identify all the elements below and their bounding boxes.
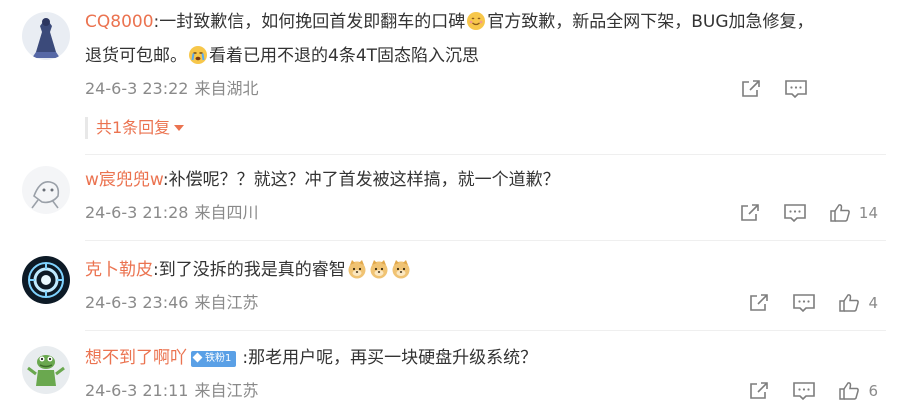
avatar[interactable]	[22, 346, 70, 394]
divider	[85, 240, 886, 241]
caret-down-icon	[174, 125, 185, 131]
like-icon	[838, 293, 860, 313]
fan-badge-label: 铁粉1	[205, 353, 232, 364]
doge-emoji-icon	[347, 259, 367, 279]
share-button[interactable]	[739, 203, 761, 223]
comment-body: 补偿呢？？就这？冲了首发被这样搞，就一个道歉？	[168, 170, 560, 190]
comment-icon	[783, 203, 807, 223]
comment-text: w宸兜兜w:补偿呢？？就这？冲了首发被这样搞，就一个道歉？	[85, 166, 886, 194]
like-button[interactable]: 4	[838, 293, 878, 313]
comment-actions: 14	[717, 202, 878, 224]
fan-badge[interactable]: 铁粉1	[191, 351, 237, 367]
smile-emoji-icon	[466, 11, 486, 31]
comment-body: 官方致歉，新品全网下架，BUG加急修复，	[487, 12, 814, 32]
comment-text: 克卜勒皮:到了没拆的我是真的睿智	[85, 256, 886, 284]
comment-button[interactable]	[792, 381, 816, 401]
reply-indicator	[85, 117, 88, 139]
location: 来自江苏	[194, 293, 259, 312]
comment-actions: 4	[726, 292, 878, 314]
comment-button[interactable]	[783, 203, 807, 223]
like-count: 6	[868, 382, 878, 400]
timestamp: 24-6-3 21:28	[85, 203, 189, 222]
username[interactable]: 想不到了啊吖	[85, 348, 187, 368]
share-button[interactable]	[740, 79, 762, 99]
share-icon	[739, 203, 761, 223]
username[interactable]: CQ8000	[85, 12, 154, 32]
like-count: 14	[858, 204, 878, 222]
comment-meta: 24-6-3 21:28 来自四川	[85, 202, 258, 224]
like-button[interactable]: 14	[829, 203, 878, 223]
timestamp: 24-6-3 23:46	[85, 293, 189, 312]
location: 来自湖北	[194, 79, 259, 98]
username[interactable]: 克卜勒皮	[85, 260, 153, 280]
share-button[interactable]	[748, 293, 770, 313]
location: 来自四川	[194, 203, 259, 222]
comment-text: CQ8000:一封致歉信，如何挽回首发即翻车的口碑 官方致歉，新品全网下架，BUG…	[85, 8, 886, 36]
avatar[interactable]	[22, 12, 70, 60]
comment-body: 退货可包邮。	[85, 46, 187, 66]
comment-button[interactable]	[784, 79, 808, 99]
comment-body: 看着已用不退的4条4T固态陷入沉思	[209, 46, 480, 66]
location: 来自江苏	[194, 381, 259, 400]
comment-meta: 24-6-3 21:11 来自江苏	[85, 380, 258, 402]
comment-button[interactable]	[792, 293, 816, 313]
divider	[85, 154, 886, 155]
avatar[interactable]	[22, 166, 70, 214]
doge-emoji-icon	[391, 259, 411, 279]
comment-text: 想不到了啊吖 铁粉1:那老用户呢，再买一块硬盘升级系统？	[85, 344, 886, 372]
share-icon	[748, 381, 770, 401]
share-icon	[748, 293, 770, 313]
doge-emoji-icon	[369, 259, 389, 279]
cry-emoji-icon	[188, 45, 208, 65]
divider	[85, 330, 886, 331]
share-button[interactable]	[748, 381, 770, 401]
comment-actions: 6	[726, 380, 878, 402]
diamond-icon	[192, 352, 203, 363]
comment-icon	[792, 293, 816, 313]
comment-body: 到了没拆的我是真的睿智	[158, 260, 346, 280]
like-button[interactable]: 6	[838, 381, 878, 401]
comment-meta: 24-6-3 23:46 来自江苏	[85, 292, 258, 314]
comment-text: 退货可包邮。 看着已用不退的4条4T固态陷入沉思	[85, 42, 886, 70]
comment-meta: 24-6-3 23:22 来自湖北	[85, 78, 258, 100]
share-icon	[740, 79, 762, 99]
username[interactable]: w宸兜兜w	[85, 170, 163, 190]
comment-actions	[718, 78, 808, 100]
avatar[interactable]	[22, 256, 70, 304]
replies-count-label: 共1条回复	[96, 118, 171, 137]
like-icon	[838, 381, 860, 401]
comment-icon	[784, 79, 808, 99]
comment-icon	[792, 381, 816, 401]
comment-body: 一封致歉信，如何挽回首发即翻车的口碑	[159, 12, 466, 32]
timestamp: 24-6-3 21:11	[85, 381, 189, 400]
timestamp: 24-6-3 23:22	[85, 79, 189, 98]
like-count: 4	[868, 294, 878, 312]
expand-replies-button[interactable]: 共1条回复	[96, 117, 185, 139]
comment-body: 那老用户呢，再买一块硬盘升级系统？	[248, 348, 538, 368]
like-icon	[829, 203, 851, 223]
